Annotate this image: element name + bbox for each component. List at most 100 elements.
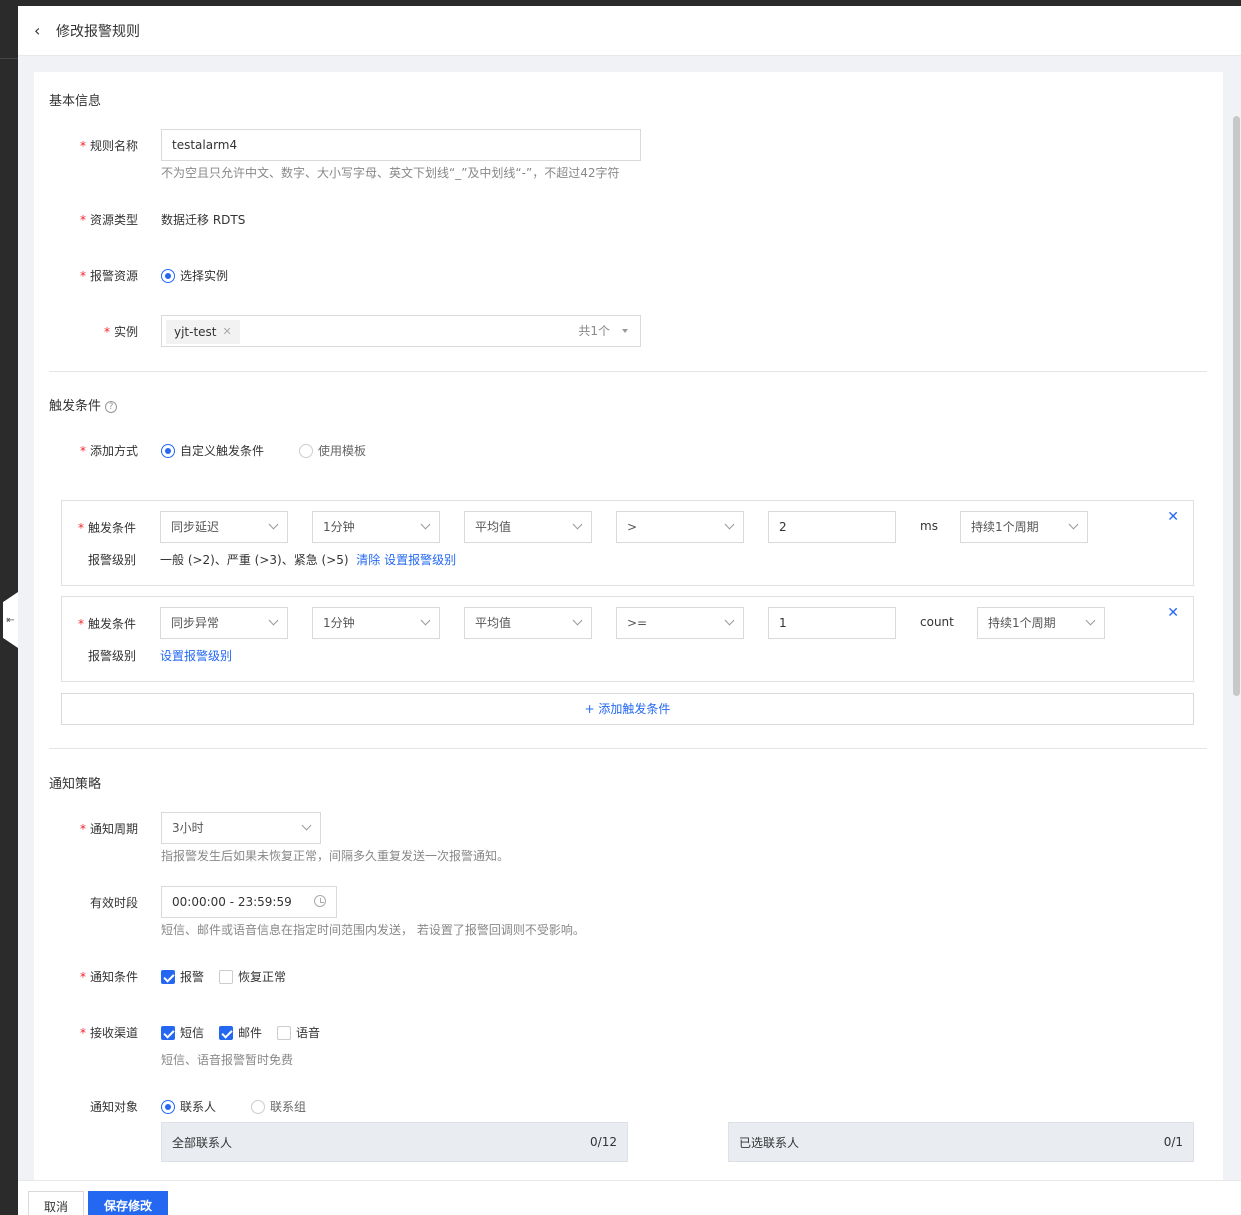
- divider: [49, 748, 1207, 749]
- level-label: 报警级别: [87, 649, 136, 663]
- add-method-label: 添加方式: [34, 442, 138, 459]
- radio-icon: [161, 1099, 175, 1114]
- chevron-down-icon: [268, 615, 279, 626]
- set-level-link[interactable]: 设置报警级别: [160, 649, 232, 663]
- tag-close-icon[interactable]: ✕: [223, 320, 232, 344]
- divider: [49, 371, 1207, 372]
- channel-hint: 短信、语音报警暂时免费: [161, 1053, 294, 1067]
- radio-custom-trigger[interactable]: 自定义触发条件: [161, 442, 264, 459]
- level-summary: 一般 (>2)、严重 (>3)、紧急 (>5) 清除 设置报警级别: [160, 553, 457, 567]
- trigger-condition-row: 触发条件 同步异常 1分钟 平均值 >= 1 count 持续1个周期 ✕ 报警…: [61, 596, 1194, 682]
- remove-condition-icon[interactable]: ✕: [1167, 605, 1179, 621]
- section-title-notify: 通知策略: [49, 777, 102, 792]
- threshold-input[interactable]: 1: [768, 607, 896, 639]
- chevron-down-icon: [268, 519, 279, 530]
- chevron-down-icon: [724, 519, 735, 530]
- stat-select[interactable]: 平均值: [464, 607, 592, 639]
- instance-label: 实例: [34, 323, 138, 340]
- trigger-condition-row: 触发条件 同步延迟 1分钟 平均值 > 2 ms 持续1个周期 ✕ 报警级别 一…: [61, 500, 1194, 586]
- chevron-down-icon: [1068, 519, 1079, 530]
- page-header: ‹ 修改报警规则: [18, 6, 1241, 56]
- notify-cycle-hint: 指报警发生后如果未恢复正常，间隔多久重复发送一次报警通知。: [161, 849, 510, 863]
- chevron-down-icon: [420, 615, 431, 626]
- notify-target-label: 通知对象: [89, 1100, 138, 1114]
- duration-select[interactable]: 持续1个周期: [960, 511, 1088, 543]
- level-label: 报警级别: [87, 553, 136, 567]
- form-scroll-area[interactable]: 基本信息 规则名称 testalarm4 不为空且只允许中文、数字、大小写字母、…: [18, 56, 1241, 1180]
- selected-contacts-count: 0/1: [1163, 1135, 1183, 1149]
- condition-label: 触发条件: [32, 615, 136, 632]
- chevron-down-icon: [420, 519, 431, 530]
- period-select[interactable]: 1分钟: [312, 511, 440, 543]
- effective-period-label: 有效时段: [89, 896, 138, 910]
- section-title-basic: 基本信息: [49, 94, 102, 109]
- notify-cycle-select[interactable]: 3小时: [161, 812, 321, 844]
- metric-select[interactable]: 同步异常: [160, 607, 288, 639]
- radio-select-instance[interactable]: 选择实例: [161, 267, 228, 284]
- radio-use-template[interactable]: 使用模板: [299, 442, 366, 459]
- chevron-down-icon: [301, 820, 312, 831]
- cancel-button[interactable]: 取消: [28, 1191, 84, 1215]
- all-contacts-panel: 全部联系人 0/12: [161, 1122, 628, 1162]
- caret-down-icon: [622, 329, 628, 333]
- checkbox-sms[interactable]: 短信: [161, 1024, 204, 1041]
- threshold-input[interactable]: 2: [768, 511, 896, 543]
- checkbox-icon: [277, 1025, 291, 1040]
- set-level-link[interactable]: 设置报警级别: [384, 553, 456, 567]
- rule-name-label: 规则名称: [34, 137, 138, 154]
- rule-name-input[interactable]: testalarm4: [161, 129, 641, 161]
- clear-level-link[interactable]: 清除: [356, 553, 380, 567]
- threshold-unit: count: [920, 615, 954, 629]
- duration-select[interactable]: 持续1个周期: [977, 607, 1105, 639]
- back-arrow-icon[interactable]: ‹: [34, 21, 50, 40]
- radio-icon: [299, 443, 313, 458]
- remove-condition-icon[interactable]: ✕: [1167, 509, 1179, 525]
- condition-label: 触发条件: [32, 519, 136, 536]
- level-summary: 设置报警级别: [160, 647, 232, 664]
- checkbox-icon: [219, 1025, 233, 1040]
- radio-icon: [161, 443, 175, 458]
- radio-icon: [251, 1099, 265, 1114]
- channel-label: 接收渠道: [34, 1024, 138, 1041]
- checkbox-icon: [161, 1025, 175, 1040]
- radio-icon: [161, 268, 175, 283]
- operator-select[interactable]: >=: [616, 607, 744, 639]
- page-title: 修改报警规则: [56, 23, 140, 40]
- effective-period-input[interactable]: 00:00:00 - 23:59:59: [161, 886, 337, 918]
- resource-type-value: 数据迁移 RDTS: [161, 213, 246, 227]
- period-select[interactable]: 1分钟: [312, 607, 440, 639]
- checkbox-recover[interactable]: 恢复正常: [219, 968, 286, 985]
- checkbox-alarm[interactable]: 报警: [161, 968, 204, 985]
- section-title-trigger: 触发条件?: [49, 395, 118, 414]
- add-trigger-condition-button[interactable]: + 添加触发条件: [61, 693, 1194, 725]
- form-card: 基本信息 规则名称 testalarm4 不为空且只允许中文、数字、大小写字母、…: [34, 72, 1223, 1180]
- checkbox-email[interactable]: 邮件: [219, 1024, 262, 1041]
- all-contacts-title: 全部联系人: [172, 1135, 233, 1150]
- operator-select[interactable]: >: [616, 511, 744, 543]
- checkbox-icon: [161, 969, 175, 984]
- rule-name-hint: 不为空且只允许中文、数字、大小写字母、英文下划线“_”及中划线“-”，不超过42…: [161, 166, 620, 180]
- checkbox-voice[interactable]: 语音: [277, 1024, 320, 1041]
- threshold-unit: ms: [920, 519, 938, 533]
- instance-count: 共1个: [578, 324, 610, 338]
- checkbox-icon: [219, 969, 233, 984]
- instance-select[interactable]: yjt-test ✕ 共1个: [161, 315, 641, 347]
- effective-period-hint: 短信、邮件或语音信息在指定时间范围内发送， 若设置了报警回调则不受影响。: [161, 923, 585, 937]
- clock-icon: [314, 895, 326, 907]
- metric-select[interactable]: 同步延迟: [160, 511, 288, 543]
- help-icon[interactable]: ?: [105, 400, 118, 413]
- selected-contacts-panel: 已选联系人 0/1: [728, 1122, 1194, 1162]
- chevron-down-icon: [572, 615, 583, 626]
- footer-bar: 取消 保存修改: [18, 1180, 1241, 1215]
- chevron-down-icon: [1085, 615, 1096, 626]
- all-contacts-count: 0/12: [590, 1135, 617, 1149]
- resource-type-label: 资源类型: [34, 211, 138, 228]
- radio-contact-group[interactable]: 联系组: [251, 1098, 306, 1115]
- radio-contact[interactable]: 联系人: [161, 1098, 216, 1115]
- save-button[interactable]: 保存修改: [88, 1191, 168, 1215]
- alarm-resource-label: 报警资源: [34, 267, 138, 284]
- stat-select[interactable]: 平均值: [464, 511, 592, 543]
- notify-condition-label: 通知条件: [34, 968, 138, 985]
- vertical-scrollbar[interactable]: [1233, 116, 1240, 696]
- instance-tag: yjt-test ✕: [166, 320, 240, 344]
